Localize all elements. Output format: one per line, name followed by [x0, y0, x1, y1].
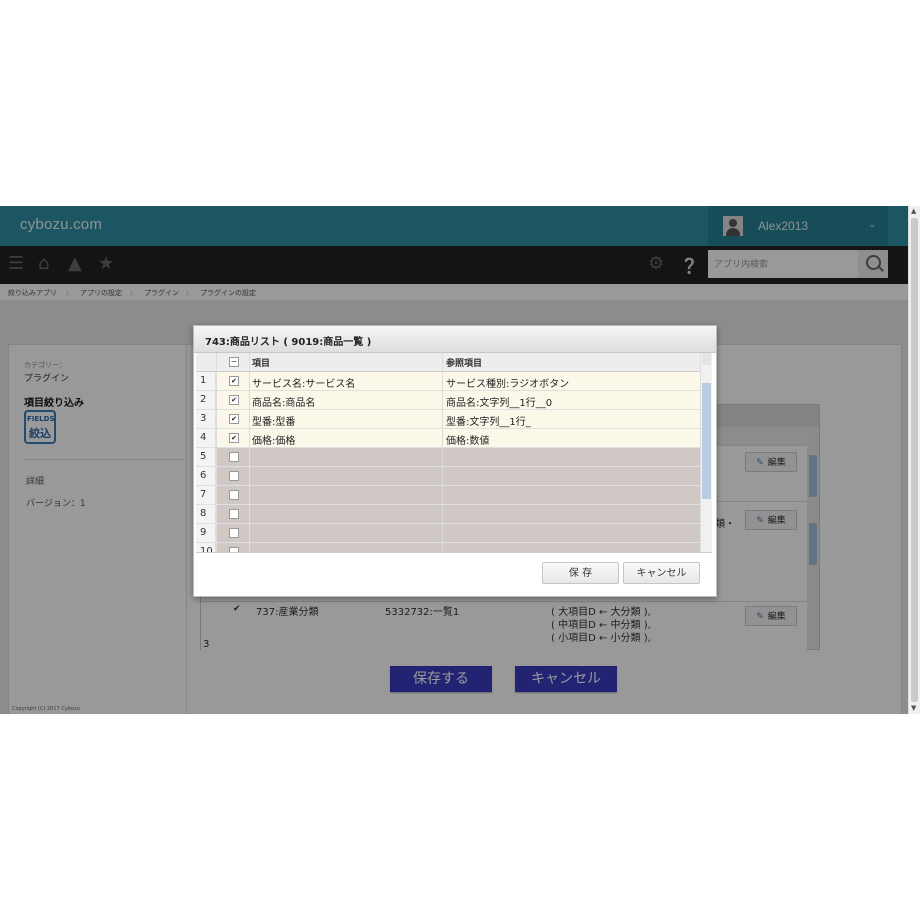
grid-row[interactable]: 4 ✔ 価格:価格 価格:数値	[196, 429, 700, 448]
row-checkbox[interactable]	[229, 509, 239, 519]
grid-row[interactable]: 5	[196, 448, 700, 467]
scroll-up-arrow[interactable]: ▲	[911, 207, 916, 215]
scroll-thumb[interactable]	[702, 383, 711, 499]
dialog-title: 743:商品リスト ( 9019:商品一覧 )	[205, 337, 372, 348]
field-reference: 価格:数値	[446, 436, 490, 447]
row-checkbox[interactable]: ✔	[229, 414, 239, 424]
row-number: 1	[196, 372, 216, 390]
row-number: 10	[196, 543, 216, 552]
grid-row[interactable]: 2 ✔ 商品名:商品名 商品名:文字列__1行__0	[196, 391, 700, 410]
field-grid: − 項目 参照項目 1 ✔ サービス名:サービス名 サービス種別:ラジオボタン 2 ✔ 商品…	[196, 353, 712, 553]
grid-row[interactable]: 9	[196, 524, 700, 543]
field-reference: 商品名:文字列__1行__0	[446, 398, 553, 409]
row-checkbox[interactable]	[229, 471, 239, 481]
column-header-item[interactable]: 項目	[252, 356, 270, 369]
scroll-thumb[interactable]	[911, 218, 918, 702]
scroll-down-arrow[interactable]: ▼	[911, 704, 916, 712]
row-checkbox[interactable]	[229, 528, 239, 538]
row-number: 9	[196, 524, 216, 542]
field-reference: 型番:文字列__1行_	[446, 417, 531, 428]
grid-row[interactable]: 1 ✔ サービス名:サービス名 サービス種別:ラジオボタン	[196, 372, 700, 391]
dialog-cancel-button[interactable]: キャンセル	[623, 562, 700, 584]
grid-row[interactable]: 6	[196, 467, 700, 486]
row-number: 5	[196, 448, 216, 466]
row-checkbox[interactable]	[229, 547, 239, 552]
row-number: 6	[196, 467, 216, 485]
row-number: 8	[196, 505, 216, 523]
grid-header: − 項目 参照項目	[196, 353, 700, 372]
page-scrollbar[interactable]: ▲ ▼	[908, 206, 920, 714]
column-divider	[249, 353, 250, 552]
grid-row[interactable]: 10	[196, 543, 700, 552]
field-reference: サービス種別:ラジオボタン	[446, 379, 570, 390]
column-divider	[442, 353, 443, 552]
row-checkbox[interactable]: ✔	[229, 376, 239, 386]
field-item: 価格:価格	[252, 436, 296, 447]
grid-row[interactable]: 8	[196, 505, 700, 524]
field-item: サービス名:サービス名	[252, 379, 356, 390]
row-number: 3	[196, 410, 216, 428]
row-number: 2	[196, 391, 216, 409]
column-header-reference[interactable]: 参照項目	[446, 356, 482, 369]
row-checkbox[interactable]	[229, 490, 239, 500]
select-all-checkbox[interactable]: −	[229, 357, 239, 367]
dialog-save-button[interactable]: 保 存	[542, 562, 619, 584]
field-item: 型番:型番	[252, 417, 296, 428]
column-divider	[216, 353, 217, 552]
row-number: 7	[196, 486, 216, 504]
grid-scrollbar[interactable]	[700, 353, 712, 552]
field-item: 商品名:商品名	[252, 398, 316, 409]
grid-row[interactable]: 3 ✔ 型番:型番 型番:文字列__1行_	[196, 410, 700, 429]
row-checkbox[interactable]: ✔	[229, 395, 239, 405]
dialog-title-bar[interactable]: 743:商品リスト ( 9019:商品一覧 )	[194, 326, 716, 353]
row-number: 4	[196, 429, 216, 447]
scroll-up-arrow[interactable]	[702, 353, 711, 365]
row-checkbox[interactable]: ✔	[229, 433, 239, 443]
grid-row[interactable]: 7	[196, 486, 700, 505]
row-checkbox[interactable]	[229, 452, 239, 462]
field-select-dialog: 743:商品リスト ( 9019:商品一覧 ) − 項目 参照項目 1 ✔ サービス…	[193, 325, 717, 597]
